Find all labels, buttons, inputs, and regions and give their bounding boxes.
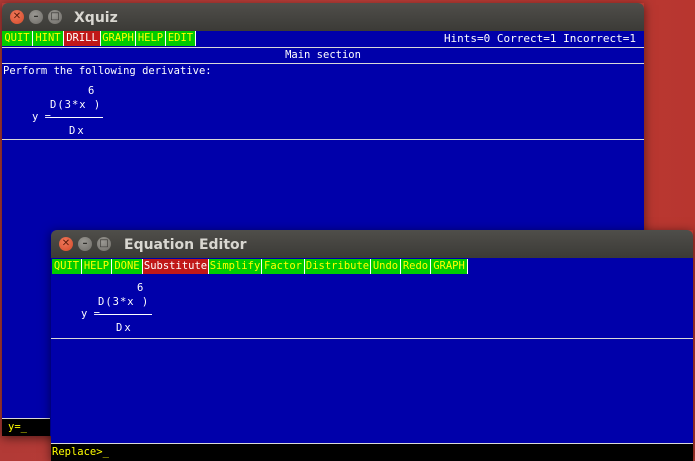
question-text: Perform the following derivative: bbox=[3, 65, 212, 77]
menu-factor[interactable]: Factor bbox=[262, 259, 305, 274]
menu-simplify[interactable]: Simplify bbox=[209, 259, 262, 274]
menu-distribute[interactable]: Distribute bbox=[305, 259, 371, 274]
command-text: Replace>_ bbox=[52, 446, 109, 458]
fraction-bar bbox=[50, 117, 103, 118]
close-icon[interactable]: ✕ bbox=[10, 10, 24, 24]
editor-content: QUIT HELP DONE Substitute Simplify Facto… bbox=[51, 258, 693, 461]
menu-help[interactable]: HELP bbox=[82, 259, 112, 274]
answer-text: y=_ bbox=[8, 421, 27, 433]
menu-redo[interactable]: Redo bbox=[401, 259, 431, 274]
menu-undo[interactable]: Undo bbox=[371, 259, 401, 274]
menu-done[interactable]: DONE bbox=[112, 259, 143, 274]
menu-graph[interactable]: GRAPH bbox=[431, 259, 468, 274]
divider bbox=[51, 338, 693, 339]
menu-graph[interactable]: GRAPH bbox=[101, 31, 136, 46]
menu-quit[interactable]: QUIT bbox=[2, 31, 33, 46]
menu-hint[interactable]: HINT bbox=[33, 31, 64, 46]
maximize-icon[interactable]: □ bbox=[48, 10, 62, 24]
menu-substitute[interactable]: Substitute bbox=[143, 259, 209, 274]
menu-quit[interactable]: QUIT bbox=[52, 259, 82, 274]
minimize-icon[interactable]: – bbox=[78, 237, 92, 251]
editor-menubar: QUIT HELP DONE Substitute Simplify Facto… bbox=[51, 259, 693, 275]
section-title: Main section bbox=[285, 49, 361, 61]
desktop: { "xquiz": { "title": "Xquiz", "menu": [… bbox=[0, 0, 695, 461]
close-icon[interactable]: ✕ bbox=[59, 237, 73, 251]
xquiz-titlebar[interactable]: ✕ – □ Xquiz bbox=[2, 3, 644, 33]
xquiz-menubar: QUIT HINT DRILL GRAPH HELP EDIT Hints=0 … bbox=[2, 31, 644, 47]
minimize-icon[interactable]: – bbox=[29, 10, 43, 24]
divider bbox=[2, 139, 644, 140]
fraction-bar bbox=[99, 314, 152, 315]
equation-numerator: D(3*x ) bbox=[98, 296, 150, 308]
menu-help[interactable]: HELP bbox=[136, 31, 166, 46]
command-input[interactable]: Replace>_ bbox=[51, 443, 693, 461]
menu-drill[interactable]: DRILL bbox=[64, 31, 101, 46]
maximize-icon[interactable]: □ bbox=[97, 237, 111, 251]
equation-numerator: D(3*x ) bbox=[50, 99, 102, 111]
editor-window: ✕ – □ Equation Editor QUIT HELP DONE Sub… bbox=[51, 230, 693, 461]
menu-edit[interactable]: EDIT bbox=[166, 31, 196, 46]
window-title: Xquiz bbox=[74, 10, 118, 26]
editor-titlebar[interactable]: ✕ – □ Equation Editor bbox=[51, 230, 693, 260]
equation-lhs: y = bbox=[81, 308, 100, 320]
divider bbox=[2, 47, 644, 48]
equation-exponent: 6 bbox=[137, 282, 144, 294]
equation-lhs: y = bbox=[32, 111, 51, 123]
answer-input[interactable]: y=_ bbox=[2, 418, 50, 436]
equation-denominator: Dx bbox=[69, 125, 86, 137]
divider bbox=[2, 63, 644, 64]
score-status: Hints=0 Correct=1 Incorrect=1 bbox=[443, 32, 636, 45]
equation-denominator: Dx bbox=[116, 322, 133, 334]
window-title: Equation Editor bbox=[124, 237, 247, 253]
equation-exponent: 6 bbox=[88, 85, 95, 97]
